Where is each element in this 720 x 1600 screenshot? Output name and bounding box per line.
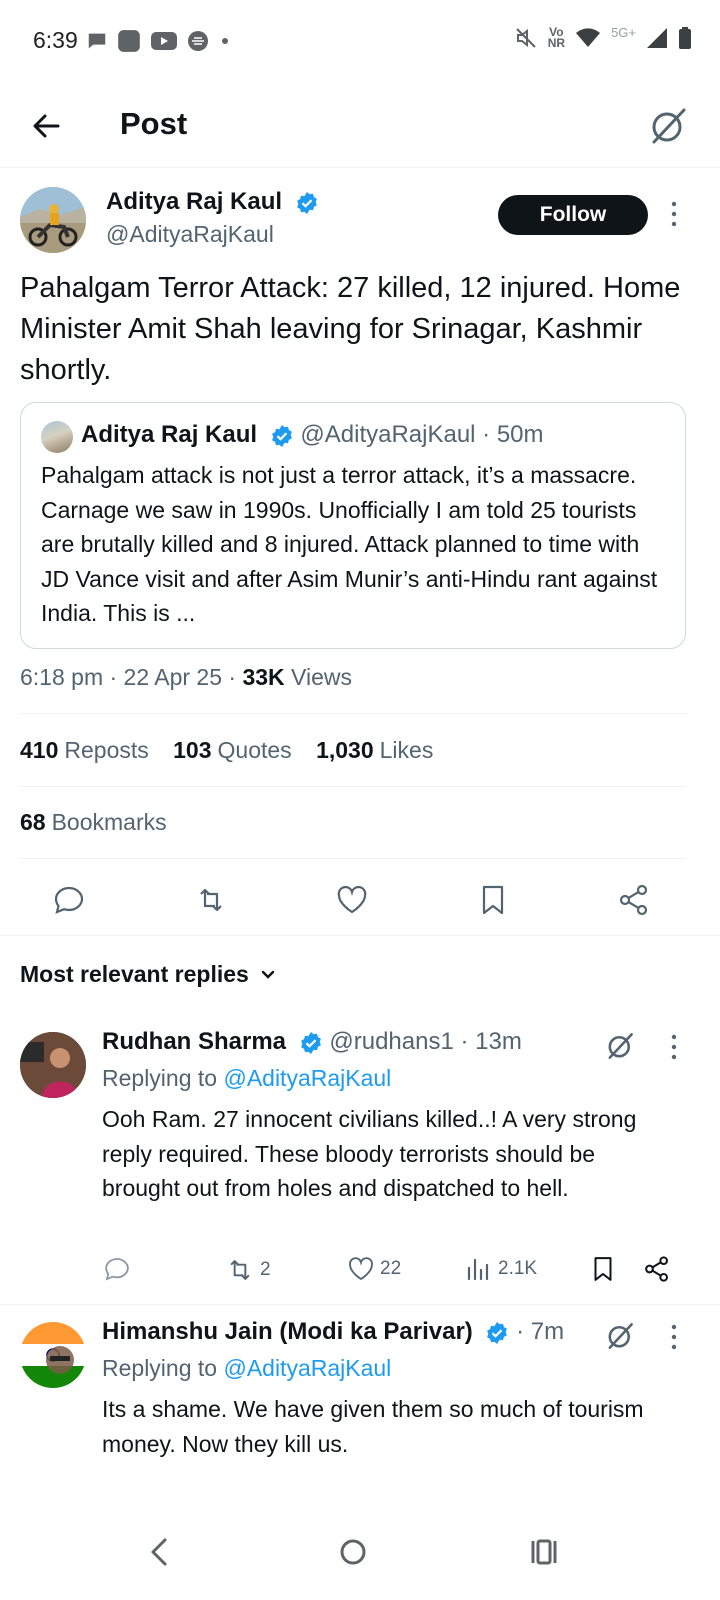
author-avatar[interactable] [20, 187, 86, 253]
reply-reply-button[interactable] [102, 1254, 132, 1284]
quote-text: Pahalgam attack is not just a terror att… [41, 462, 658, 626]
more-options-icon[interactable] [664, 1322, 684, 1352]
replying-to: Replying to @AdityaRajKaul [102, 1355, 392, 1381]
post-text: Pahalgam Terror Attack: 27 killed, 12 in… [20, 272, 681, 386]
status-time: 6:39 [33, 27, 78, 53]
bookmark-icon[interactable] [588, 1254, 618, 1284]
mute-icon [516, 28, 536, 48]
reply-handle-time: · 7m [516, 1318, 565, 1345]
person-photo [20, 1032, 86, 1098]
reply-repost-button[interactable]: 2 [224, 1254, 271, 1286]
replying-to: Replying to @AdityaRajKaul [102, 1065, 392, 1091]
reply-avatar[interactable] [20, 1032, 86, 1098]
nav-recents-icon[interactable] [524, 1532, 564, 1572]
back-arrow-icon[interactable] [28, 106, 68, 146]
verified-badge-icon [300, 1031, 321, 1054]
follow-button[interactable]: Follow [498, 195, 648, 235]
top-app-bar: Post [0, 84, 720, 168]
reply-icon[interactable] [51, 882, 87, 918]
youtube-icon [151, 32, 177, 50]
replies-sort-label: Most relevant replies [20, 961, 249, 987]
grok-icon[interactable] [604, 1030, 636, 1062]
post-timestamp: 6:18 pm · 22 Apr 25 · [20, 664, 243, 690]
views-label: Views [284, 664, 352, 690]
post-action-bar [0, 870, 720, 936]
like-icon[interactable] [334, 882, 370, 918]
grok-icon[interactable] [604, 1320, 636, 1352]
replies-sort-dropdown[interactable]: Most relevant replies [20, 961, 277, 988]
dot-icon [222, 38, 228, 44]
reply-author-name[interactable]: Rudhan Sharma [102, 1028, 286, 1055]
verified-badge-icon [271, 424, 292, 447]
divider [20, 786, 686, 787]
reply-like-button[interactable]: 22 [346, 1254, 401, 1284]
reply-icon [105, 1258, 129, 1281]
chat-bubble-icon [88, 33, 106, 49]
views-count: 33K [242, 664, 285, 690]
post-stats: 410 Reposts 103 Quotes 1,030 Likes [20, 737, 451, 764]
motorcycle-rider-image [20, 187, 86, 253]
likes-stat[interactable]: 1,030 Likes [316, 737, 433, 763]
chevron-down-icon [261, 970, 275, 979]
repost-icon[interactable] [193, 882, 229, 918]
flag-profile-photo [20, 1322, 86, 1388]
reply-text: Ooh Ram. 27 innocent civilians killed..!… [102, 1106, 637, 1201]
reposts-stat[interactable]: 410 Reposts [20, 737, 149, 763]
share-icon[interactable] [616, 882, 652, 918]
share-icon[interactable] [642, 1254, 672, 1284]
repost-icon [230, 1260, 250, 1280]
reply-views-button[interactable]: 2.1K [464, 1254, 537, 1284]
author-name[interactable]: Aditya Raj Kaul [106, 188, 282, 215]
replying-to-link[interactable]: @AdityaRajKaul [223, 1355, 391, 1381]
quotes-stat[interactable]: 103 Quotes [173, 737, 292, 763]
divider [20, 858, 686, 859]
quoted-post-card[interactable]: Aditya Raj Kaul @AdityaRajKaul · 50m Pah… [20, 402, 686, 649]
system-nav-bar [0, 1520, 720, 1600]
grok-icon[interactable] [646, 104, 690, 148]
reply-repost-count: 2 [260, 1259, 271, 1280]
nav-home-icon[interactable] [333, 1532, 373, 1572]
nav-back-icon[interactable] [140, 1532, 180, 1572]
author-name-row[interactable]: Aditya Raj Kaul [106, 188, 319, 216]
quote-handle-time: @AdityaRajKaul · 50m [300, 421, 544, 448]
verified-badge-icon [487, 1321, 508, 1344]
divider [20, 713, 686, 714]
reply-views-count: 2.1K [498, 1258, 538, 1279]
verified-badge-icon [296, 191, 317, 214]
reply-text: Its a shame. We have given them so much … [102, 1396, 644, 1457]
status-bar: 6:39 Vo NR 5G+ [0, 0, 720, 84]
quote-author-name: Aditya Raj Kaul [81, 421, 258, 448]
divider [0, 1304, 720, 1305]
bookmarks-stat[interactable]: 68 Bookmarks [20, 809, 167, 836]
page-title: Post [120, 106, 188, 141]
reply-action-bar: 2 22 2.1K [102, 1254, 702, 1290]
reply-avatar[interactable] [20, 1322, 86, 1388]
replying-to-link[interactable]: @AdityaRajKaul [223, 1065, 391, 1091]
reply-handle-time: @rudhans1 · 13m [329, 1028, 522, 1055]
more-options-icon[interactable] [664, 199, 684, 229]
views-chart-icon [467, 1258, 489, 1281]
reply-author-name[interactable]: Himanshu Jain (Modi ka Parivar) [102, 1318, 473, 1345]
author-handle[interactable]: @AdityaRajKaul [106, 221, 274, 248]
quote-author-avatar [41, 421, 73, 453]
network-label: Vo NR [547, 25, 566, 50]
battery-icon [679, 27, 691, 49]
bookmark-icon[interactable] [475, 882, 511, 918]
post-meta: 6:18 pm · 22 Apr 25 · 33K Views [20, 664, 352, 691]
network-5g-label: 5G+ [611, 24, 636, 40]
app-square-icon [118, 30, 140, 52]
signal-icon [647, 28, 667, 48]
like-icon [349, 1257, 373, 1281]
more-options-icon[interactable] [664, 1032, 684, 1062]
reply-like-count: 22 [380, 1258, 402, 1279]
pizza-icon [188, 31, 208, 51]
wifi-icon [576, 28, 601, 47]
